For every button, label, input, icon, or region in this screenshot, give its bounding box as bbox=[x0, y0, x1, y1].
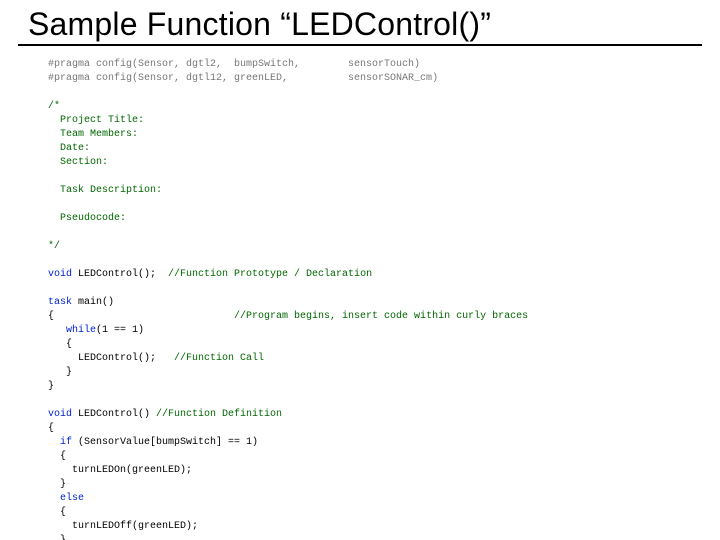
keyword-while: while bbox=[48, 325, 96, 336]
code-text: (1 == 1) bbox=[96, 325, 144, 336]
keyword-if: if bbox=[48, 437, 72, 448]
code-line: { bbox=[48, 507, 66, 518]
comment: //Program begins, insert code within cur… bbox=[234, 311, 528, 322]
code-line: Team Members: bbox=[48, 129, 138, 140]
code-line: */ bbox=[48, 241, 60, 252]
code-line: void LEDControl() //Function Definition bbox=[48, 409, 282, 420]
code-line: } bbox=[48, 367, 72, 378]
code-line: { bbox=[48, 339, 72, 350]
code-line: } bbox=[48, 381, 54, 392]
code-line: Pseudocode: bbox=[48, 213, 126, 224]
code-line: } bbox=[48, 479, 66, 490]
code-line: turnLEDOff(greenLED); bbox=[48, 521, 198, 532]
keyword-void: void bbox=[48, 269, 72, 280]
keyword-task: task bbox=[48, 297, 72, 308]
code-line: void LEDControl(); //Function Prototype … bbox=[48, 269, 372, 280]
code-line: Task Description: bbox=[48, 185, 162, 196]
code-text: LEDControl() bbox=[72, 409, 156, 420]
code-line: task main() bbox=[48, 297, 114, 308]
code-line: } bbox=[48, 535, 66, 540]
code-text: main() bbox=[72, 297, 114, 308]
code-text: (SensorValue[bumpSwitch] == 1) bbox=[72, 437, 258, 448]
code-line: { //Program begins, insert code within c… bbox=[48, 311, 528, 322]
keyword-void: void bbox=[48, 409, 72, 420]
slide-title: Sample Function “LEDControl()” bbox=[28, 6, 491, 43]
code-line: LEDControl(); //Function Call bbox=[48, 353, 264, 364]
code-line: { bbox=[48, 451, 66, 462]
code-line: Section: bbox=[48, 157, 108, 168]
code-line: Project Title: bbox=[48, 115, 144, 126]
keyword-else: else bbox=[48, 493, 84, 504]
code-line: #pragma config(Sensor, dgtl2, bumpSwitch… bbox=[48, 59, 420, 70]
slide: Sample Function “LEDControl()” #pragma c… bbox=[0, 0, 720, 540]
code-line: /* bbox=[48, 101, 60, 112]
code-line: else bbox=[48, 493, 84, 504]
comment: //Function Prototype / Declaration bbox=[168, 269, 372, 280]
code-line: while(1 == 1) bbox=[48, 325, 144, 336]
code-line: if (SensorValue[bumpSwitch] == 1) bbox=[48, 437, 258, 448]
comment: //Function Definition bbox=[156, 409, 282, 420]
code-block: #pragma config(Sensor, dgtl2, bumpSwitch… bbox=[48, 58, 688, 540]
code-text: LEDControl(); bbox=[72, 269, 168, 280]
code-line: turnLEDOn(greenLED); bbox=[48, 465, 192, 476]
code-line: Date: bbox=[48, 143, 90, 154]
code-text: LEDControl(); bbox=[48, 353, 174, 364]
code-line: { bbox=[48, 423, 54, 434]
comment: //Function Call bbox=[174, 353, 264, 364]
title-underline bbox=[18, 44, 702, 46]
code-line: #pragma config(Sensor, dgtl12, greenLED,… bbox=[48, 73, 438, 84]
code-text: { bbox=[48, 311, 234, 322]
